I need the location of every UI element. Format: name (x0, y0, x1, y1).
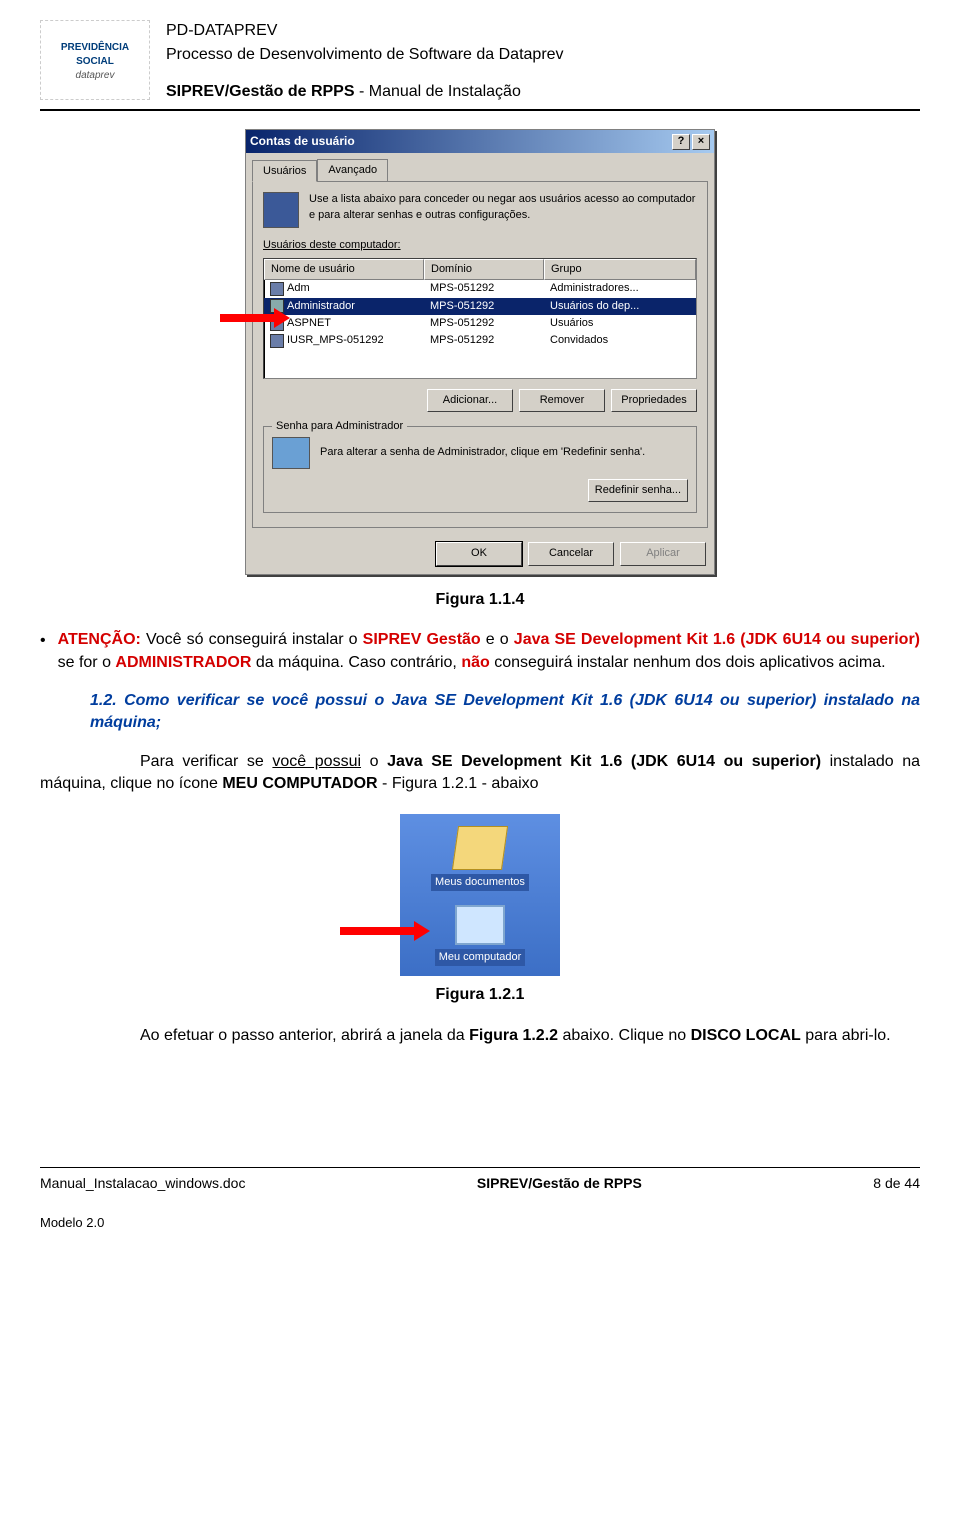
list-row[interactable]: IUSR_MPS-051292 MPS-051292 Convidados (264, 332, 696, 349)
listview-header: Nome de usuário Domínio Grupo (264, 259, 696, 280)
footer-model: Modelo 2.0 (40, 1214, 920, 1232)
tab-advanced[interactable]: Avançado (317, 159, 388, 181)
col-group[interactable]: Grupo (544, 259, 696, 280)
list-row[interactable]: ASPNET MPS-051292 Usuários (264, 315, 696, 332)
col-username[interactable]: Nome de usuário (264, 259, 424, 280)
properties-button[interactable]: Propriedades (611, 389, 697, 412)
header-title3-tail: - Manual de Instalação (355, 83, 521, 100)
header-title1: PD-DATAPREV (166, 20, 920, 42)
ok-button[interactable]: OK (436, 542, 522, 565)
header-title3-bold: SIPREV/Gestão de RPPS (166, 83, 355, 100)
user-list-label: Usuários deste computador: (263, 238, 697, 253)
document-header: PREVIDÊNCIA SOCIAL dataprev PD-DATAPREV … (40, 20, 920, 103)
apply-button[interactable]: Aplicar (620, 542, 706, 565)
logo-line3: dataprev (76, 69, 115, 83)
password-groupbox: Senha para Administrador Para alterar a … (263, 426, 697, 513)
my-computer-item[interactable]: Meu computador (435, 905, 526, 966)
instruction-text: Use a lista abaixo para conceder ou nega… (309, 192, 697, 223)
my-documents-item[interactable]: Meus documentos (431, 826, 529, 891)
list-row-selected[interactable]: Administrador MPS-051292 Usuários do dep… (264, 298, 696, 315)
page-footer: Manual_Instalacao_windows.doc SIPREV/Ges… (40, 1174, 920, 1194)
remove-button[interactable]: Remover (519, 389, 605, 412)
tabs: Usuários Avançado (252, 159, 708, 181)
close-button[interactable]: × (692, 134, 710, 150)
header-text: PD-DATAPREV Processo de Desenvolvimento … (166, 20, 920, 103)
help-button[interactable]: ? (672, 134, 690, 150)
header-rule (40, 109, 920, 111)
folder-icon (452, 826, 508, 870)
users-key-icon (263, 192, 299, 228)
my-documents-label: Meus documentos (431, 874, 529, 891)
figure-caption-114: Figura 1.1.4 (40, 589, 920, 611)
user-icon (270, 282, 284, 296)
red-arrow-icon (340, 922, 430, 940)
computer-icon (455, 905, 505, 945)
desktop-panel: Meus documentos Meu computador (400, 814, 560, 977)
logo-icon: PREVIDÊNCIA SOCIAL dataprev (40, 20, 150, 100)
footer-page: 8 de 44 (873, 1174, 920, 1194)
attention-label: ATENÇÃO: (58, 631, 141, 648)
tab-pane-users: Use a lista abaixo para conceder ou nega… (252, 181, 708, 528)
section-12-heading: 1.2. Como verificar se você possui o Jav… (90, 690, 920, 735)
password-group-title: Senha para Administrador (272, 419, 407, 434)
verify-paragraph: Para verificar se você possui o Java SE … (40, 751, 920, 796)
tab-users[interactable]: Usuários (252, 160, 317, 182)
footer-rule (40, 1167, 920, 1168)
my-computer-label: Meu computador (435, 949, 526, 966)
titlebar: Contas de usuário ? × (246, 130, 714, 153)
dialog-title: Contas de usuário (250, 133, 670, 150)
dialog-footer: OK Cancelar Aplicar (246, 534, 714, 573)
reset-password-button[interactable]: Redefinir senha... (588, 479, 688, 502)
user-listview[interactable]: Nome de usuário Domínio Grupo Adm MPS-05… (263, 258, 697, 379)
cancel-button[interactable]: Cancelar (528, 542, 614, 565)
dialog-figure: Contas de usuário ? × Usuários Avançado … (40, 129, 920, 575)
red-arrow-icon (220, 309, 290, 327)
user-icon (270, 334, 284, 348)
bullet-dot-icon: • (40, 629, 46, 674)
header-title3: SIPREV/Gestão de RPPS - Manual de Instal… (166, 81, 920, 103)
footer-filename: Manual_Instalacao_windows.doc (40, 1174, 245, 1194)
header-title2: Processo de Desenvolvimento de Software … (166, 44, 920, 66)
user-accounts-dialog: Contas de usuário ? × Usuários Avançado … (245, 129, 715, 575)
desktop-figure: Meus documentos Meu computador (40, 814, 920, 977)
footer-title: SIPREV/Gestão de RPPS (477, 1174, 642, 1194)
attention-paragraph: • ATENÇÃO: Você só conseguirá instalar o… (40, 629, 920, 674)
figure-caption-121: Figura 1.2.1 (40, 984, 920, 1006)
password-text: Para alterar a senha de Administrador, c… (320, 445, 688, 460)
col-domain[interactable]: Domínio (424, 259, 544, 280)
step-paragraph: Ao efetuar o passo anterior, abrirá a ja… (40, 1025, 920, 1047)
monitor-key-icon (272, 437, 310, 469)
list-row[interactable]: Adm MPS-051292 Administradores... (264, 280, 696, 297)
add-button[interactable]: Adicionar... (427, 389, 513, 412)
section-number: 1.2. (90, 692, 117, 709)
logo-line2: PREVIDÊNCIA SOCIAL (41, 41, 149, 69)
